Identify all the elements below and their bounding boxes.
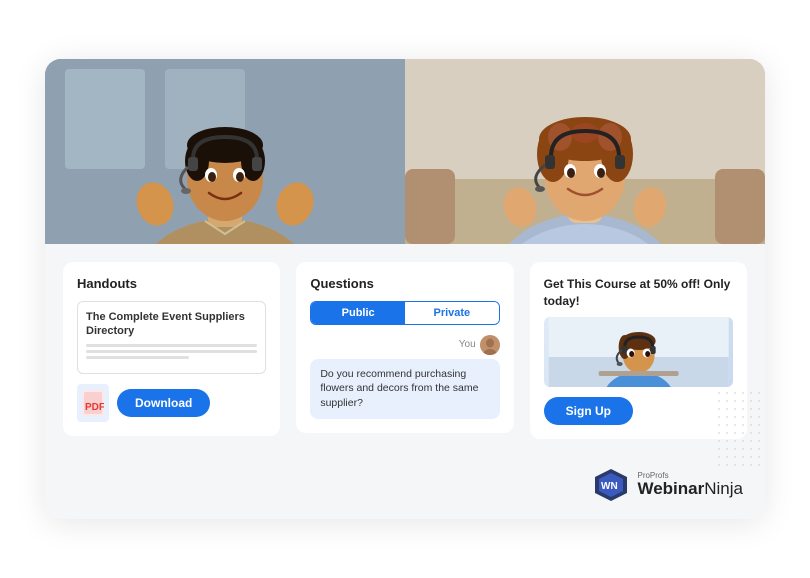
question-meta: You: [310, 335, 499, 355]
you-label: You: [459, 339, 476, 350]
svg-text:PDF: PDF: [85, 402, 104, 413]
question-text: Do you recommend purchasing flowers and …: [320, 368, 478, 409]
handout-line-2: [86, 350, 257, 353]
tab-row: Public Private: [310, 301, 499, 325]
panels-row: Handouts The Complete Event Suppliers Di…: [45, 244, 765, 458]
avatar: [480, 335, 500, 355]
handout-lines: [86, 344, 257, 359]
tab-private[interactable]: Private: [405, 302, 499, 324]
footer: WN ProProfs WebinarNinja: [45, 457, 765, 519]
handouts-title: Handouts: [77, 276, 266, 291]
course-title: Get This Course at 50% off! Only today!: [544, 276, 733, 310]
course-image: [544, 317, 733, 387]
brand-text: ProProfs WebinarNinja: [637, 472, 743, 499]
video-section: [45, 59, 765, 244]
handout-line-1: [86, 344, 257, 347]
video-left: [45, 59, 405, 244]
main-container: Handouts The Complete Event Suppliers Di…: [45, 59, 765, 520]
handout-box: The Complete Event Suppliers Directory: [77, 301, 266, 375]
handout-line-3: [86, 356, 189, 359]
course-panel: Get This Course at 50% off! Only today!: [530, 262, 747, 440]
brand-name-bold: Webinar: [637, 479, 704, 498]
question-bubble: Do you recommend purchasing flowers and …: [310, 359, 499, 419]
handout-footer: PDF Download: [77, 384, 266, 422]
webinarninja-icon: WN: [593, 467, 629, 503]
questions-title: Questions: [310, 276, 499, 291]
tab-public[interactable]: Public: [311, 302, 405, 324]
questions-panel: Questions Public Private You Do you reco…: [296, 262, 513, 433]
brand-name-regular: Ninja: [704, 479, 743, 498]
pdf-icon: PDF: [77, 384, 109, 422]
handout-document-title: The Complete Event Suppliers Directory: [86, 310, 257, 339]
brand-logo: WN ProProfs WebinarNinja: [593, 467, 743, 503]
signup-button[interactable]: Sign Up: [544, 397, 633, 425]
brand-name: WebinarNinja: [637, 480, 743, 499]
svg-text:WN: WN: [601, 481, 618, 492]
download-button[interactable]: Download: [117, 389, 210, 417]
video-right: [405, 59, 765, 244]
handouts-panel: Handouts The Complete Event Suppliers Di…: [63, 262, 280, 437]
